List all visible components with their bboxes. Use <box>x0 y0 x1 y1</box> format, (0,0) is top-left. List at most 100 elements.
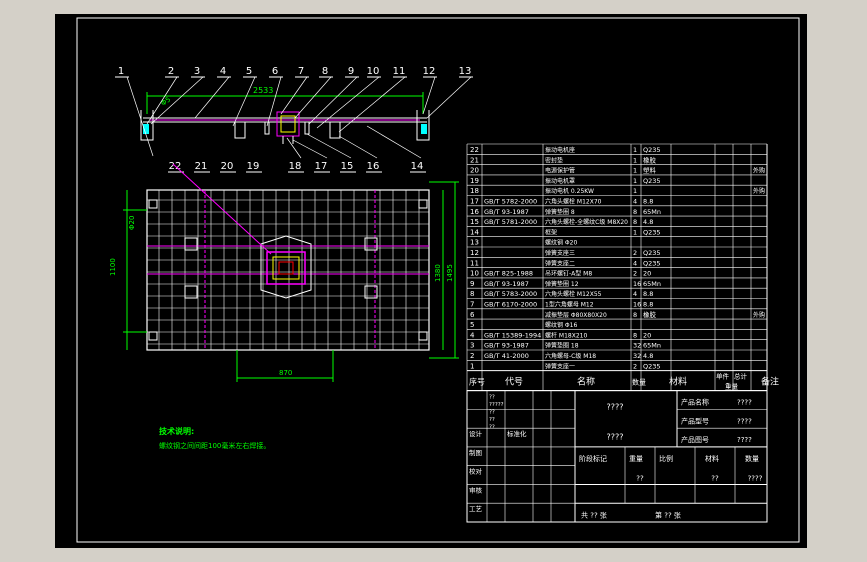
callout-bottom-17: 17 <box>315 161 328 172</box>
bom-cell-no: 12 <box>470 249 479 257</box>
callout-leader <box>308 76 358 125</box>
bom-row: 12 弹簧支座三 2 Q235 <box>467 246 767 257</box>
bom-row: 20 电源保护管 1 塑料 外购 <box>467 164 767 175</box>
bom-row: 10 GB/T 825-1988 吊环螺钉-A型 M8 2 20 <box>467 267 767 278</box>
bom-cell-name: 减振垫层 Φ80X80X20 <box>545 311 607 319</box>
tb-label-design: 设计 <box>469 429 483 438</box>
bom-row: 1 弹簧支座一 2 Q235 <box>467 359 767 370</box>
bom-header-material: 材料 <box>669 376 687 388</box>
bom-cell-no: 8 <box>470 290 474 298</box>
bom-row: 18 振动电机 0.25KW 1 外购 <box>467 184 767 195</box>
support-mid-2 <box>329 122 341 139</box>
callout-bottom-16: 16 <box>367 161 380 172</box>
bom-cell-code: GB/T 93-1987 <box>484 342 529 350</box>
tech-notes-line: 螺纹钢之间间距100毫米左右焊接。 <box>159 441 270 450</box>
bom-row: 15 GB/T 5781-2000 六角头螺栓-全螺纹C级 M8X20 8 4.8 <box>467 215 767 226</box>
bom-cell-material: 20 <box>643 331 651 339</box>
bom-cell-no: 7 <box>470 301 474 309</box>
spring-right <box>421 124 427 134</box>
bom-cell-qty: 8 <box>633 331 637 339</box>
bom-cell-qty: 16 <box>633 280 641 288</box>
tb-product-code: ???? <box>737 417 752 425</box>
bom-cell-no: 11 <box>470 259 479 267</box>
support-mid-4 <box>304 122 310 135</box>
bom-cell-qty: 4 <box>633 290 637 298</box>
bom-cell-name: 弹簧垫圈 12 <box>545 280 579 288</box>
bom-cell-code: GB/T 5782-2000 <box>484 198 537 206</box>
tb-rev-cell: ?? <box>489 410 495 416</box>
bom-cell-no: 20 <box>470 167 479 175</box>
bom-cell-material: Q235 <box>643 249 661 257</box>
tb-count-val: ???? <box>748 475 763 483</box>
bom-header-single: 单件 <box>716 372 730 381</box>
bom-cell-qty: 32 <box>633 352 641 360</box>
bom-cell-name: 螺纹钢 Φ16 <box>545 321 577 329</box>
tb-part: ???? <box>737 436 752 444</box>
bom-cell-no: 6 <box>470 311 475 319</box>
tb-rev-cell: ?? <box>489 425 495 431</box>
bom-cell-qty: 8 <box>633 208 637 216</box>
bom-cell-name: 弹簧支座二 <box>545 259 575 267</box>
bom-cell-code: GB/T 5783-2000 <box>484 290 537 298</box>
bom-header-no: 序号 <box>469 377 485 387</box>
bom-cell-no: 2 <box>470 352 474 360</box>
drawing-sheet[interactable]: 2533 Φ5 12345678910111213222120191817151… <box>55 14 807 548</box>
tb-material-val: ?? <box>711 475 719 483</box>
tb-label-drawn: 制图 <box>469 448 482 457</box>
rebar-grid <box>147 190 429 350</box>
support-mid-1 <box>234 122 246 139</box>
callout-leader <box>426 76 472 119</box>
tb-product-code-label: 产品型号 <box>681 416 709 425</box>
bom-cell-no: 21 <box>470 156 479 164</box>
bom-cell-name: 弹簧支座三 <box>545 249 575 257</box>
tb-stage-label: 阶段标记 <box>579 454 607 463</box>
tb-material-label: 材料 <box>705 454 719 463</box>
tb-product-name: ???? <box>737 399 752 407</box>
bom-cell-no: 15 <box>470 218 479 226</box>
callout-leader <box>146 76 178 125</box>
bom-cell-name: 振动电机罩 <box>545 177 575 185</box>
bom-cell-no: 17 <box>470 198 479 206</box>
tb-sheets: 共 ?? 张 <box>581 510 607 519</box>
bom-cell-qty: 32 <box>633 342 641 350</box>
tb-sheet-no: 第 ?? 张 <box>655 510 681 519</box>
callout-bottom-20: 20 <box>221 161 234 172</box>
bom-header-remark: 备注 <box>761 376 779 388</box>
tb-label-process: 工艺 <box>469 505 483 513</box>
bom-cell-name: 密封垫 <box>545 156 563 164</box>
bill-of-materials: 22 振动电机座 1 Q23521 密封垫 1 橡胶20 电源保护管 1 塑料 外购19 振动电机罩 1… <box>466 143 779 392</box>
bom-row: 14 框架 1 Q235 <box>467 226 767 236</box>
bom-cell-no: 3 <box>470 342 474 350</box>
viewport: 2533 Φ5 12345678910111213222120191817151… <box>0 0 867 562</box>
bom-row: 3 GB/T 93-1987 弹簧垫圈 18 32 65Mn <box>467 339 767 350</box>
support-mid-3 <box>264 122 270 135</box>
dim-left-small: Φ20 <box>128 216 136 230</box>
bom-cell-qty: 1 <box>633 177 637 185</box>
corner-pad <box>418 331 428 341</box>
corner-pad <box>148 331 158 341</box>
bom-cell-no: 4 <box>470 331 475 339</box>
callout-labels: 12345678910111213222120191817151614 <box>115 66 473 173</box>
bom-cell-qty: 1 <box>633 146 637 154</box>
bom-cell-name: 六角头螺栓-全螺纹C级 M8X20 <box>545 218 628 226</box>
bom-cell-material: 8.8 <box>643 290 653 298</box>
bom-cell-name: 弹簧垫圈 8 <box>545 208 575 216</box>
bom-cell-code: GB/T 93-1987 <box>484 208 529 216</box>
bom-cell-name: 1型六角螺母 M12 <box>545 301 594 309</box>
bom-cell-name: 振动电机 0.25KW <box>545 187 594 195</box>
dim-height-mid: 1380 <box>434 264 442 282</box>
bom-cell-material: 65Mn <box>643 280 661 288</box>
callout-leader <box>366 125 422 159</box>
bom-cell-material: 4.8 <box>643 352 653 360</box>
callout-leader <box>294 76 332 119</box>
callout-top-5: 5 <box>246 66 252 77</box>
callout-top-8: 8 <box>322 66 328 77</box>
bom-cell-name: 弹簧垫圈 18 <box>545 342 579 350</box>
bom-cell-name: 框架 <box>545 228 557 236</box>
callout-top-7: 7 <box>298 66 304 77</box>
bom-cell-no: 16 <box>470 208 479 216</box>
corner-pad <box>148 199 158 209</box>
bom-cell-code: GB/T 93-1987 <box>484 280 529 288</box>
bom-cell-qty: 2 <box>633 270 637 278</box>
callout-leader <box>422 76 436 115</box>
